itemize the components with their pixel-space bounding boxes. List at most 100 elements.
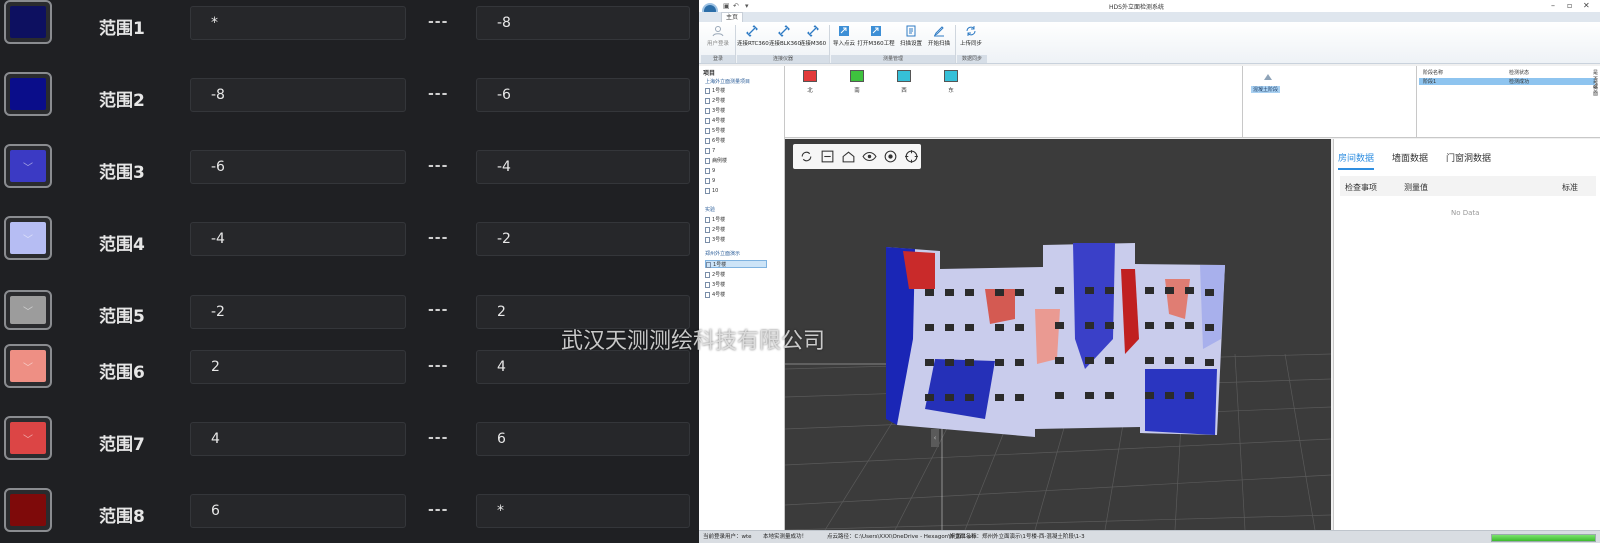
range-separator: --- xyxy=(428,14,449,30)
range-from-input[interactable]: * xyxy=(190,6,406,40)
range-from-input[interactable]: -6 xyxy=(190,150,406,184)
range-from-input[interactable]: -4 xyxy=(190,222,406,256)
range-from-input[interactable]: -8 xyxy=(190,78,406,112)
document-icon xyxy=(705,291,710,298)
document-icon xyxy=(705,271,710,278)
concrete-stage-icon xyxy=(1264,74,1272,80)
ribbon-group-login: 登录 xyxy=(701,55,735,63)
3d-viewport[interactable]: ‹ xyxy=(785,139,1331,530)
settings-icon[interactable] xyxy=(883,149,898,164)
color-picker-6[interactable]: ﹀ xyxy=(4,344,52,388)
range-from-input[interactable]: 6 xyxy=(190,494,406,528)
col-header: 测量值 xyxy=(1404,183,1428,192)
range-from-input[interactable]: 2 xyxy=(190,350,406,384)
range-to-input[interactable]: -4 xyxy=(476,150,690,184)
tree-item[interactable]: 5号楼 xyxy=(705,127,725,135)
range-to-input[interactable]: 4 xyxy=(476,350,690,384)
direction-north[interactable]: 北 xyxy=(800,70,820,94)
range-to-input[interactable]: * xyxy=(476,494,690,528)
zoom-fit-icon[interactable] xyxy=(820,149,835,164)
close-icon[interactable]: ✕ xyxy=(1583,1,1590,10)
tree-item-label: 4号楼 xyxy=(712,118,726,124)
direction-east[interactable]: 东 xyxy=(941,70,961,94)
tree-item-label: 3号楼 xyxy=(712,108,726,114)
facade-icon xyxy=(897,70,911,82)
facade-icon xyxy=(850,70,864,82)
title-bar: HDS外立面检测系统 ▣ ↶ ▾ – ▫ ✕ xyxy=(699,0,1600,12)
dropdown-icon[interactable]: ▾ xyxy=(745,2,749,10)
range-label: 范围1 xyxy=(99,19,145,39)
connect-m360-button[interactable]: 连接M360 xyxy=(799,25,827,55)
home-view-icon[interactable] xyxy=(841,149,856,164)
stage-item[interactable]: 混凝土阶段 xyxy=(1251,86,1281,93)
tree-item[interactable]: 3号楼 xyxy=(705,281,725,289)
scan-settings-button[interactable]: 扫描设置 xyxy=(897,25,925,55)
range-label: 范围7 xyxy=(99,435,145,455)
direction-west[interactable]: 西 xyxy=(894,70,914,94)
tree-item[interactable]: 6号楼 xyxy=(705,137,725,145)
range-from-input[interactable]: 4 xyxy=(190,422,406,456)
open-m360-project-button[interactable]: 打开M360工程 xyxy=(857,25,895,55)
project-tree: 项目 上海外立面测量项目 1号楼 2号楼 3号楼 4号楼 5号楼 6号楼 7 病… xyxy=(699,66,785,530)
eye-icon[interactable] xyxy=(862,149,877,164)
minimize-icon[interactable]: – xyxy=(1551,1,1555,10)
range-to-input[interactable]: -6 xyxy=(476,78,690,112)
tree-group-shanghai[interactable]: 上海外立面测量项目 xyxy=(705,78,781,85)
color-picker-5[interactable]: ﹀ xyxy=(4,290,52,330)
range-to-input[interactable]: -2 xyxy=(476,222,690,256)
tree-item[interactable]: 1号楼 xyxy=(705,87,725,95)
upload-sync-button[interactable]: 上传同步 xyxy=(957,25,985,55)
quick-access-icon[interactable]: ▣ xyxy=(723,2,730,10)
tree-item[interactable]: 9 xyxy=(705,167,715,175)
direction-south[interactable]: 南 xyxy=(847,70,867,94)
tree-item[interactable]: 9 xyxy=(705,177,715,185)
table-row[interactable] xyxy=(1419,78,1595,85)
tree-item[interactable]: 2号楼 xyxy=(705,226,725,234)
document-icon xyxy=(705,147,710,154)
tab-main[interactable]: 主页 xyxy=(721,12,743,22)
tree-group-experiment[interactable]: 实验 xyxy=(705,206,781,213)
tree-item[interactable]: 7 xyxy=(705,147,715,155)
range-settings-panel: 范围1 * --- -8 范围2 -8 --- -6 ﹀ 范围3 -6 --- … xyxy=(0,0,699,543)
maximize-icon[interactable]: ▫ xyxy=(1567,1,1572,10)
undo-icon[interactable]: ↶ xyxy=(733,2,739,10)
color-picker-2[interactable] xyxy=(4,72,52,116)
collapse-panel-button[interactable]: ‹ xyxy=(931,429,939,447)
tree-item[interactable]: 2号楼 xyxy=(705,271,725,279)
login-button[interactable]: 用户登录 xyxy=(703,25,733,55)
range-row-1: 范围1 * --- -8 xyxy=(0,0,699,72)
progress-bar xyxy=(1491,534,1596,542)
tree-item[interactable]: 2号楼 xyxy=(705,97,725,105)
range-to-input[interactable]: 6 xyxy=(476,422,690,456)
color-picker-7[interactable]: ﹀ xyxy=(4,416,52,460)
range-to-input[interactable]: -8 xyxy=(476,6,690,40)
tree-item[interactable]: 3号楼 xyxy=(705,236,725,244)
range-from-input[interactable]: -2 xyxy=(190,295,406,329)
target-icon[interactable] xyxy=(904,149,919,164)
document-icon xyxy=(705,107,710,114)
range-separator: --- xyxy=(428,86,449,102)
ribbon-group-sync: 数据同步 xyxy=(957,55,987,63)
tree-item[interactable]: 3号楼 xyxy=(705,107,725,115)
import-pointcloud-button[interactable]: 导入点云 xyxy=(831,25,857,55)
color-picker-3[interactable]: ﹀ xyxy=(4,144,52,188)
tree-item[interactable]: 病例楼 xyxy=(705,157,727,165)
connect-rtc360-button[interactable]: 连接RTC360 xyxy=(737,25,769,55)
tree-item-label: 病例楼 xyxy=(712,158,728,164)
tree-item-selected[interactable]: 1号楼 xyxy=(705,260,767,268)
start-scan-button[interactable]: 开始扫描 xyxy=(925,25,953,55)
color-picker-1[interactable] xyxy=(4,0,52,44)
tree-item[interactable]: 10 xyxy=(705,187,718,195)
tab-room-data[interactable]: 房间数据 xyxy=(1338,151,1375,170)
cell: 阶段1 xyxy=(1423,79,1437,85)
color-picker-4[interactable]: ﹀ xyxy=(4,216,52,260)
refresh-icon[interactable] xyxy=(799,149,814,164)
tree-item[interactable]: 4号楼 xyxy=(705,117,725,125)
tree-item[interactable]: 4号楼 xyxy=(705,291,725,299)
tree-item[interactable]: 1号楼 xyxy=(705,216,725,224)
tab-wall-data[interactable]: 墙面数据 xyxy=(1392,151,1428,164)
connect-blk360-button[interactable]: 连接BLK360 xyxy=(769,25,801,55)
tab-opening-data[interactable]: 门窗洞数据 xyxy=(1446,151,1491,164)
tree-group-zhengzhou[interactable]: 郑州外立面演示 xyxy=(705,250,781,257)
color-picker-8[interactable] xyxy=(4,488,52,532)
